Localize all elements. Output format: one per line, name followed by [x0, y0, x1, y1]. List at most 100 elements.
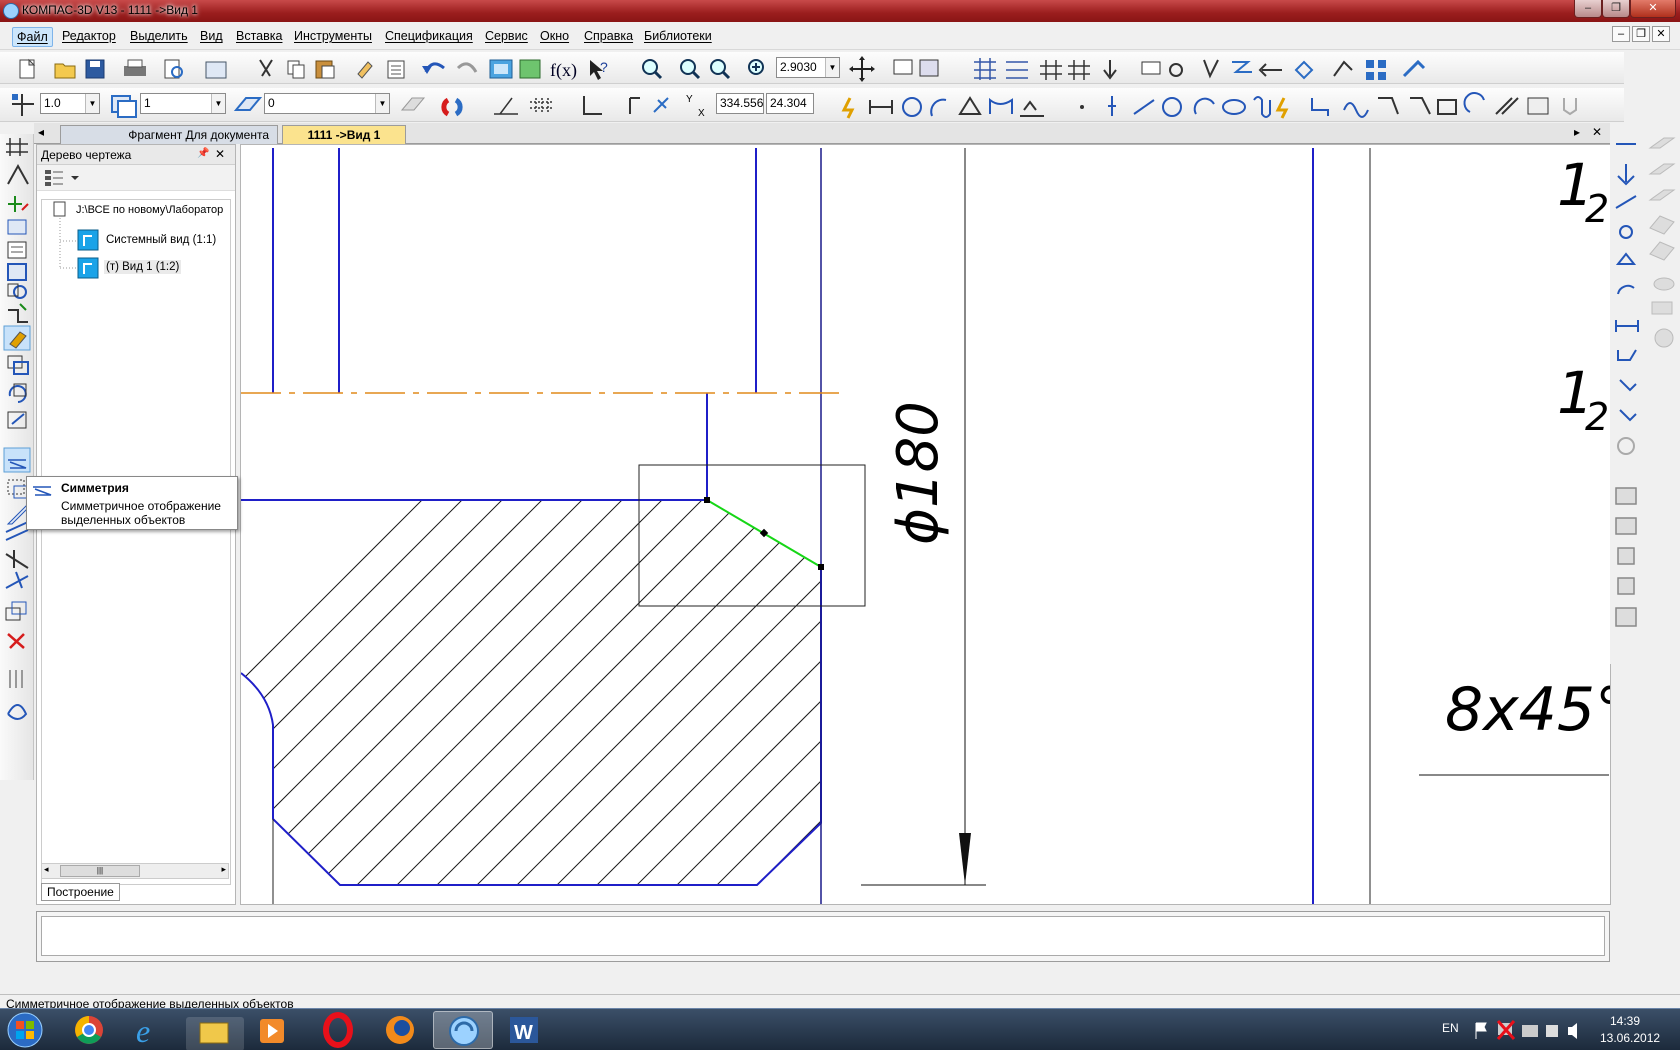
tab-fragment[interactable]: Фрагмент Для документа	[60, 125, 278, 144]
zoom-window-icon[interactable]	[642, 59, 663, 80]
move-icon[interactable]	[7, 355, 29, 375]
chevron-down-icon[interactable]: ▼	[85, 94, 99, 113]
coords-icon[interactable]: YX	[686, 94, 705, 119]
edit-panel-icon[interactable]	[7, 219, 27, 235]
tab-view-1[interactable]: 1111 ->Вид 1	[282, 125, 406, 144]
diameter-dimension[interactable]: ϕ180	[879, 305, 959, 625]
zoom-fit-icon[interactable]	[680, 59, 701, 80]
tab-construction[interactable]: Построение	[41, 883, 120, 901]
trim-icon[interactable]	[5, 550, 29, 569]
geometry-panel-icon[interactable]	[6, 138, 28, 156]
curve-icon[interactable]	[7, 704, 28, 720]
angle-icon[interactable]	[494, 97, 518, 115]
zoom-combo[interactable]: 2.9030 ▼	[776, 57, 840, 78]
save-icon[interactable]	[85, 59, 105, 79]
refresh-icon[interactable]	[893, 59, 939, 77]
layer-combo[interactable]: 1 ▼	[140, 93, 226, 114]
chamfer-point-end[interactable]	[818, 564, 824, 570]
local-cs-icon[interactable]	[583, 96, 602, 115]
menu-help[interactable]: Справка	[580, 27, 637, 47]
line-scale-combo[interactable]: 1.0 ▼	[40, 93, 100, 114]
associative-views-icon[interactable]	[8, 303, 28, 323]
menu-service[interactable]: Сервис	[481, 27, 532, 47]
menu-tools[interactable]: Инструменты	[290, 27, 376, 47]
step-cursor-icon[interactable]	[12, 94, 34, 116]
media-player-icon[interactable]	[260, 1019, 284, 1043]
copy-icon[interactable]	[287, 60, 305, 79]
start-button-icon[interactable]	[7, 1012, 43, 1048]
measure-panel-icon[interactable]	[7, 263, 27, 281]
language-indicator[interactable]: EN	[1442, 1021, 1459, 1035]
tabs-scroll-left[interactable]: ◂	[38, 125, 44, 139]
tree-item-system-view[interactable]: Системный вид (1:1)	[106, 234, 216, 246]
designations-panel-icon[interactable]	[8, 196, 29, 212]
undo-icon[interactable]	[422, 62, 445, 74]
mdi-close-button[interactable]: ✕	[1652, 26, 1670, 42]
new-file-icon[interactable]	[19, 58, 36, 79]
pan-icon[interactable]	[849, 56, 875, 82]
tree-hscrollbar[interactable]: ◂ ||| ▸	[41, 863, 229, 879]
grid-icon[interactable]	[530, 98, 554, 114]
dimensions-panel-icon[interactable]	[7, 163, 29, 185]
scroll-thumb[interactable]: |||	[60, 865, 140, 877]
fillet-corner-icon[interactable]	[5, 601, 27, 621]
opera-icon[interactable]	[323, 1012, 353, 1048]
variables-icon[interactable]	[519, 59, 541, 79]
chamfer-point-start[interactable]	[704, 497, 710, 503]
tree-item-view-1[interactable]: (т) Вид 1 (1:2)	[104, 260, 182, 274]
drawing-canvas[interactable]: ϕ180 1 20 1 20 8x45°	[240, 144, 1611, 905]
clean-icon[interactable]	[9, 670, 23, 688]
clock-date[interactable]: 13.06.2012	[1600, 1031, 1660, 1045]
menu-edit[interactable]: Редактор	[58, 27, 120, 47]
close-icon[interactable]: ✕	[215, 147, 225, 161]
magnet-snap-icon[interactable]	[441, 97, 463, 117]
scroll-right-icon[interactable]: ▸	[221, 864, 226, 875]
ortho-icon[interactable]	[629, 97, 669, 114]
style-combo[interactable]: 0 ▼	[264, 93, 390, 114]
chrome-icon[interactable]	[75, 1016, 103, 1044]
params-panel-icon[interactable]	[7, 241, 27, 259]
tree-root[interactable]: J:\ВСЕ по новому\Лаборатор	[76, 204, 223, 216]
geometry-tools-icons[interactable]	[841, 92, 1577, 119]
zoom-scale-icon[interactable]	[710, 59, 731, 80]
format-painter-icon[interactable]	[357, 61, 373, 79]
taskbar-word[interactable]: W	[496, 1011, 554, 1049]
fx-icon[interactable]: f(x)	[550, 60, 577, 81]
menu-libraries[interactable]: Библиотеки	[640, 27, 716, 47]
maximize-button[interactable]: ❐	[1602, 0, 1630, 18]
print-icon[interactable]	[124, 59, 146, 76]
menu-file[interactable]: Файл	[12, 27, 53, 47]
rotate-icon[interactable]	[8, 383, 27, 403]
chevron-down-icon[interactable]: ▼	[211, 94, 225, 113]
clock-time[interactable]: 14:39	[1610, 1014, 1640, 1028]
style-icon[interactable]	[233, 97, 263, 111]
taskbar-kompas[interactable]	[433, 1011, 493, 1049]
redo-icon[interactable]	[456, 62, 478, 73]
zoom-in-icon[interactable]	[748, 59, 764, 75]
split-icon[interactable]	[5, 521, 29, 541]
layout-icons[interactable]	[974, 58, 1028, 80]
paste-icon[interactable]	[315, 60, 335, 79]
preview-icon[interactable]	[164, 59, 183, 79]
coord-y-field[interactable]: 24.304	[766, 93, 814, 114]
manager-icon[interactable]	[489, 59, 513, 79]
flag-icon[interactable]	[1475, 1022, 1487, 1039]
mdi-restore-button[interactable]: ❐	[1632, 26, 1650, 42]
menu-select[interactable]: Выделить	[126, 27, 192, 47]
delete-icon[interactable]	[7, 633, 25, 649]
firefox-icon[interactable]	[386, 1016, 414, 1044]
extend-icon[interactable]	[5, 571, 29, 589]
power-icon[interactable]	[1546, 1025, 1558, 1037]
scale-icon[interactable]	[7, 411, 27, 429]
grid-snap-icons[interactable]	[1040, 60, 1090, 80]
tabs-scroll-right[interactable]: ▸	[1574, 125, 1580, 139]
explorer-icon[interactable]	[186, 1017, 244, 1050]
list-icon[interactable]	[387, 60, 405, 79]
tree-view-mode-icon[interactable]	[43, 166, 83, 190]
line-style-icons[interactable]	[1615, 143, 1639, 455]
coord-x-field[interactable]: 334.556	[716, 93, 764, 114]
ie-icon[interactable]: e	[136, 1013, 150, 1049]
menu-specification[interactable]: Спецификация	[381, 27, 477, 47]
3d-tool-icons[interactable]	[1648, 137, 1676, 348]
keyboard-icon[interactable]	[1522, 1025, 1538, 1037]
